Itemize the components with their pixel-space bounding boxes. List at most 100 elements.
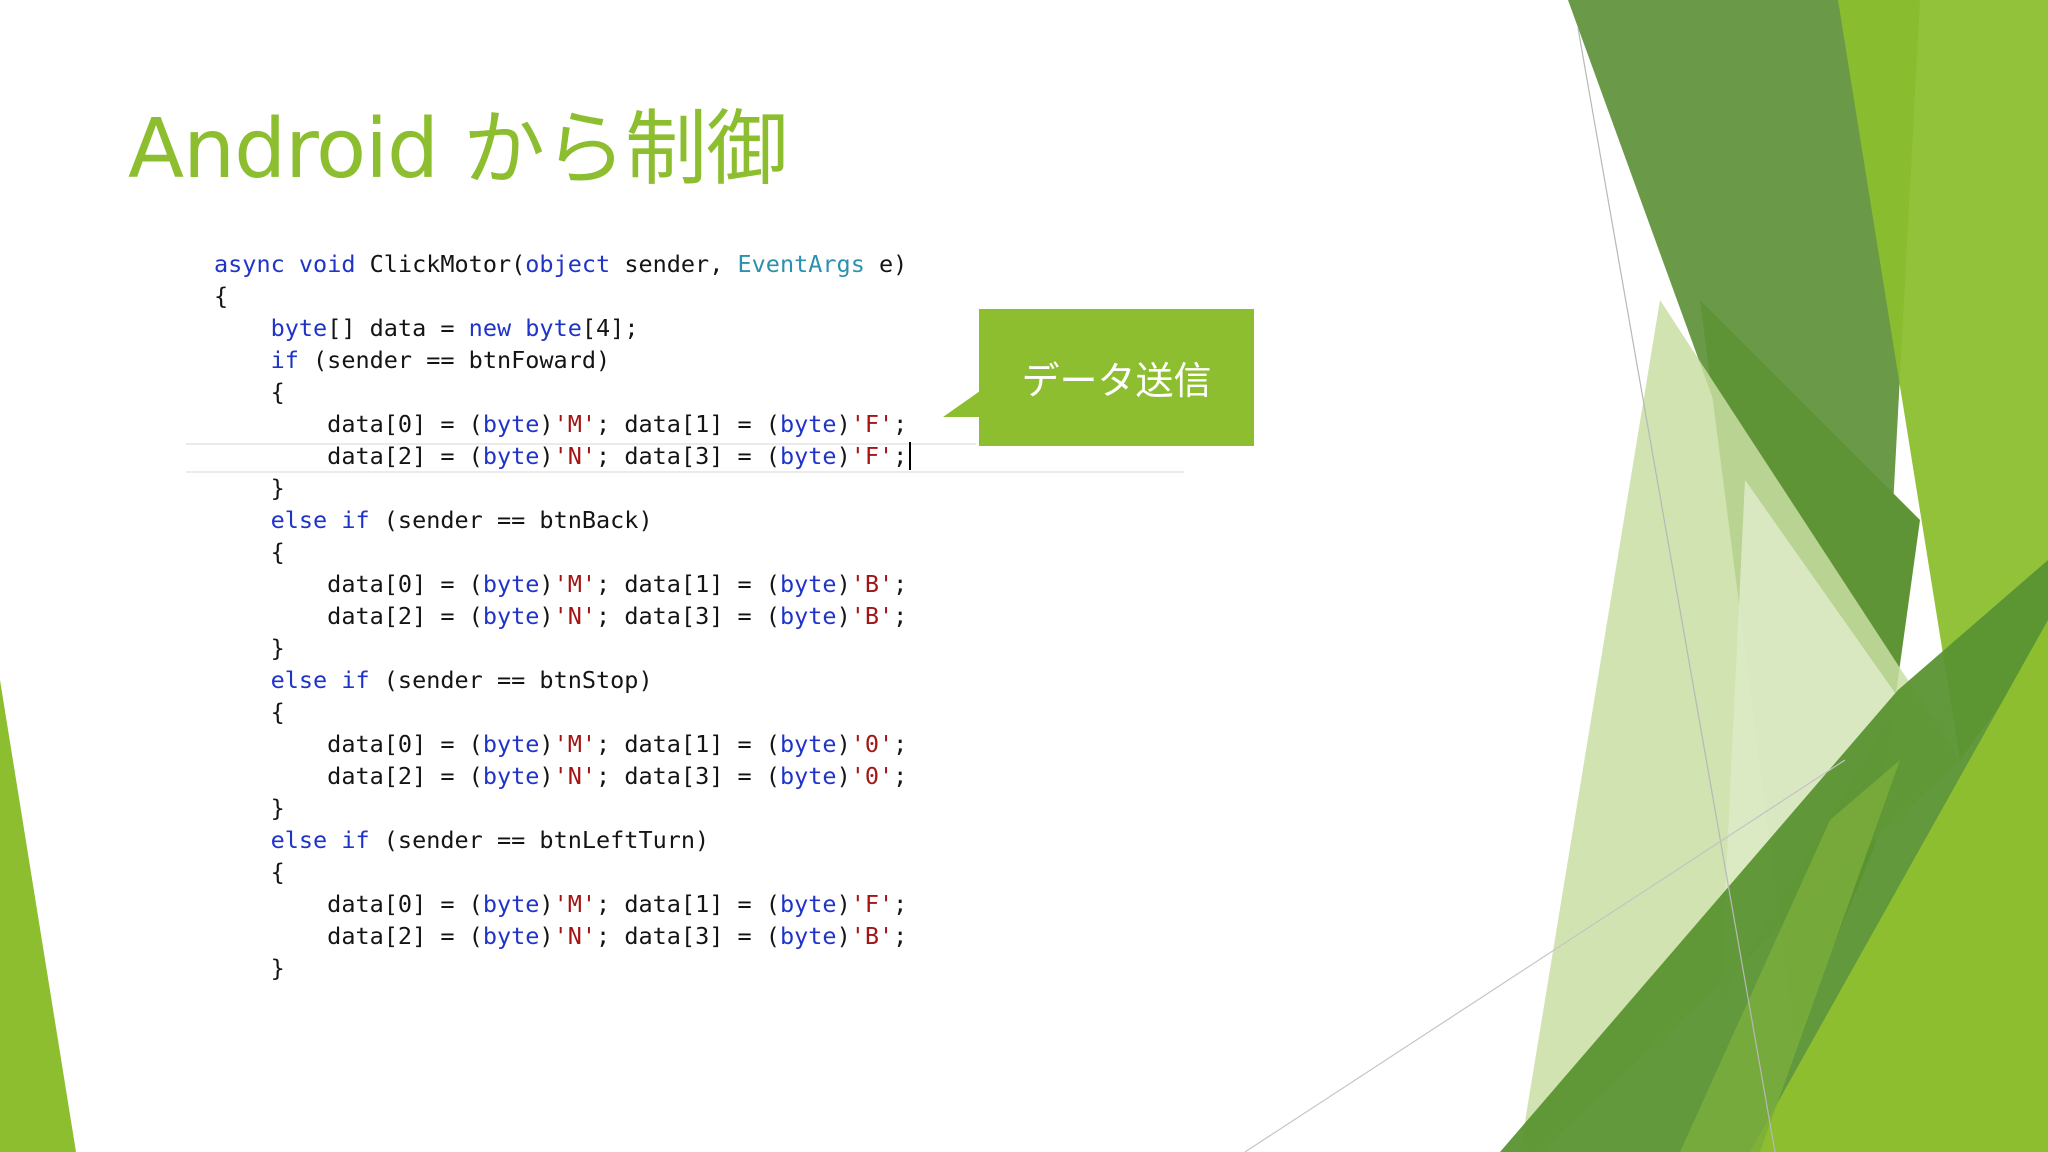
code-token: } xyxy=(214,794,285,822)
code-token: ) xyxy=(836,890,851,918)
code-token: ; data[3] = ( xyxy=(596,762,780,790)
code-token: async xyxy=(214,250,285,278)
code-token: 'N' xyxy=(553,922,597,950)
code-token: ; data[3] = ( xyxy=(596,602,780,630)
code-line-10: { xyxy=(214,536,911,568)
code-token: else xyxy=(270,826,328,854)
code-token: byte xyxy=(482,762,540,790)
code-line-4: if (sender == btnFoward) xyxy=(214,344,911,376)
code-token: if xyxy=(341,666,370,694)
code-token: data[0] = ( xyxy=(214,410,483,438)
code-line-22: data[2] = (byte)'N'; data[3] = (byte)'B'… xyxy=(214,920,911,952)
code-token: { xyxy=(214,698,285,726)
code-token: ; data[1] = ( xyxy=(596,890,780,918)
code-token: e) xyxy=(864,250,908,278)
code-token: byte xyxy=(779,762,837,790)
code-block: async void ClickMotor(object sender, Eve… xyxy=(214,248,912,984)
code-token: 'F' xyxy=(850,442,894,470)
code-token: byte xyxy=(779,730,837,758)
code-token: byte xyxy=(482,730,540,758)
code-line-2: { xyxy=(214,280,911,312)
code-token: byte xyxy=(525,314,582,342)
code-token: 'F' xyxy=(850,890,894,918)
code-token: ) xyxy=(836,570,851,598)
code-token: '0' xyxy=(850,730,894,758)
callout-label: データ送信 xyxy=(1021,359,1212,403)
code-token: 'N' xyxy=(553,442,597,470)
code-token: 'F' xyxy=(850,410,894,438)
code-token: ; data[1] = ( xyxy=(596,410,780,438)
code-token: sender, xyxy=(610,250,738,278)
code-line-1: async void ClickMotor(object sender, Eve… xyxy=(214,248,911,280)
slide-title: Android から制御 xyxy=(128,102,788,197)
code-token: ; data[3] = ( xyxy=(596,442,780,470)
callout-pointer xyxy=(943,391,980,417)
code-token: ) xyxy=(836,922,851,950)
code-line-19: else if (sender == btnLeftTurn) xyxy=(214,824,911,856)
code-token: byte xyxy=(270,314,328,342)
code-token: byte xyxy=(779,922,837,950)
code-token: (sender == btnFoward) xyxy=(298,346,611,374)
code-token: ; data[1] = ( xyxy=(596,570,780,598)
callout-box: データ送信 xyxy=(943,309,1254,446)
code-token: ; data[3] = ( xyxy=(596,922,780,950)
code-line-17: data[2] = (byte)'N'; data[3] = (byte)'0'… xyxy=(214,760,911,792)
code-line-15: { xyxy=(214,696,911,728)
code-token: ) xyxy=(836,410,851,438)
code-token: 'M' xyxy=(553,730,597,758)
code-token: ) xyxy=(836,730,851,758)
code-line-14: else if (sender == btnStop) xyxy=(214,664,911,696)
code-token: '0' xyxy=(850,762,894,790)
code-token: data[0] = ( xyxy=(214,730,483,758)
code-token: } xyxy=(214,634,285,662)
code-line-5: { xyxy=(214,376,911,408)
code-token: byte xyxy=(482,602,540,630)
code-token: [4]; xyxy=(581,314,639,342)
code-token: new xyxy=(468,314,512,342)
code-token: ) xyxy=(539,410,554,438)
code-token: 'N' xyxy=(553,602,597,630)
code-token: ) xyxy=(836,602,851,630)
code-token: [] data = xyxy=(327,314,469,342)
code-token: { xyxy=(214,282,229,310)
code-line-23: } xyxy=(214,952,911,984)
code-line-18: } xyxy=(214,792,911,824)
code-token: data[0] = ( xyxy=(214,570,483,598)
code-token: byte xyxy=(779,410,837,438)
code-token: EventArgs xyxy=(737,250,865,278)
code-token: (sender == btnLeftTurn) xyxy=(369,826,710,854)
code-token: ) xyxy=(539,890,554,918)
code-token: byte xyxy=(482,570,540,598)
code-token: ; data[1] = ( xyxy=(596,730,780,758)
code-token: void xyxy=(298,250,356,278)
code-token: 'N' xyxy=(553,762,597,790)
code-token: ) xyxy=(539,570,554,598)
code-line-6: data[0] = (byte)'M'; data[1] = (byte)'F'… xyxy=(214,408,911,440)
code-token: byte xyxy=(779,570,837,598)
code-token: data[2] = ( xyxy=(214,762,483,790)
code-line-8: } xyxy=(214,472,911,504)
code-token: { xyxy=(214,858,285,886)
code-token: { xyxy=(214,538,285,566)
code-token: data[2] = ( xyxy=(214,442,483,470)
code-token: 'M' xyxy=(553,890,597,918)
left-green-sliver xyxy=(0,680,76,1152)
code-line-20: { xyxy=(214,856,911,888)
code-token: data[2] = ( xyxy=(214,602,483,630)
code-token: } xyxy=(214,474,285,502)
code-token: ; xyxy=(893,602,908,630)
code-token: else xyxy=(270,666,328,694)
code-token: 'B' xyxy=(850,922,894,950)
code-token: byte xyxy=(779,890,837,918)
code-token: data[2] = ( xyxy=(214,922,483,950)
text-cursor xyxy=(909,442,912,470)
code-token: ClickMotor( xyxy=(355,250,526,278)
code-line-21: data[0] = (byte)'M'; data[1] = (byte)'F'… xyxy=(214,888,911,920)
code-line-13: } xyxy=(214,632,911,664)
